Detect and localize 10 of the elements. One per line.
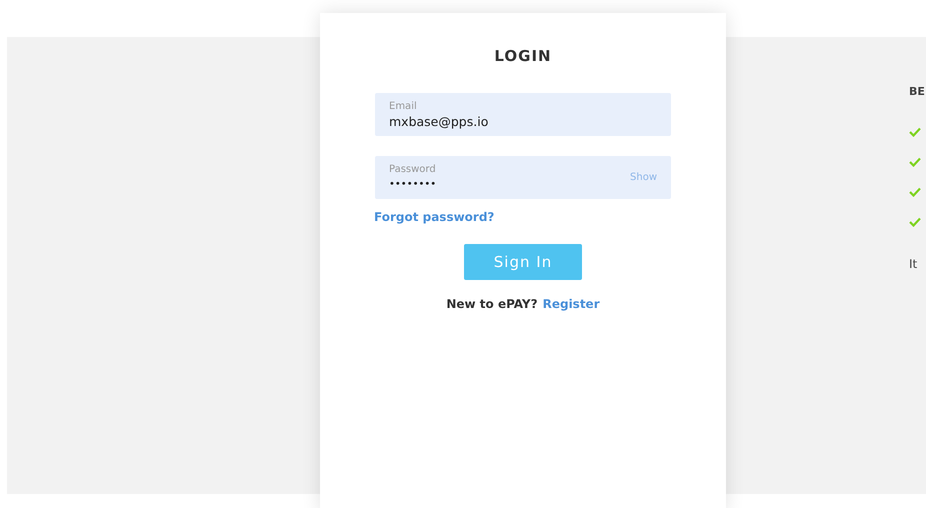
sign-in-button[interactable]: Sign In bbox=[464, 244, 582, 280]
register-prompt: New to ePAY? bbox=[446, 297, 538, 311]
show-password-link[interactable]: Show bbox=[630, 172, 657, 183]
email-field[interactable]: Email mxbase@pps.io bbox=[375, 93, 671, 136]
panel-text: It bbox=[909, 257, 918, 271]
login-title: LOGIN bbox=[494, 47, 552, 65]
panel-heading: BE bbox=[909, 85, 925, 98]
forgot-password-link[interactable]: Forgot password? bbox=[374, 210, 494, 224]
register-link[interactable]: Register bbox=[542, 297, 600, 311]
password-field[interactable]: Password •••••••• Show bbox=[375, 156, 671, 199]
